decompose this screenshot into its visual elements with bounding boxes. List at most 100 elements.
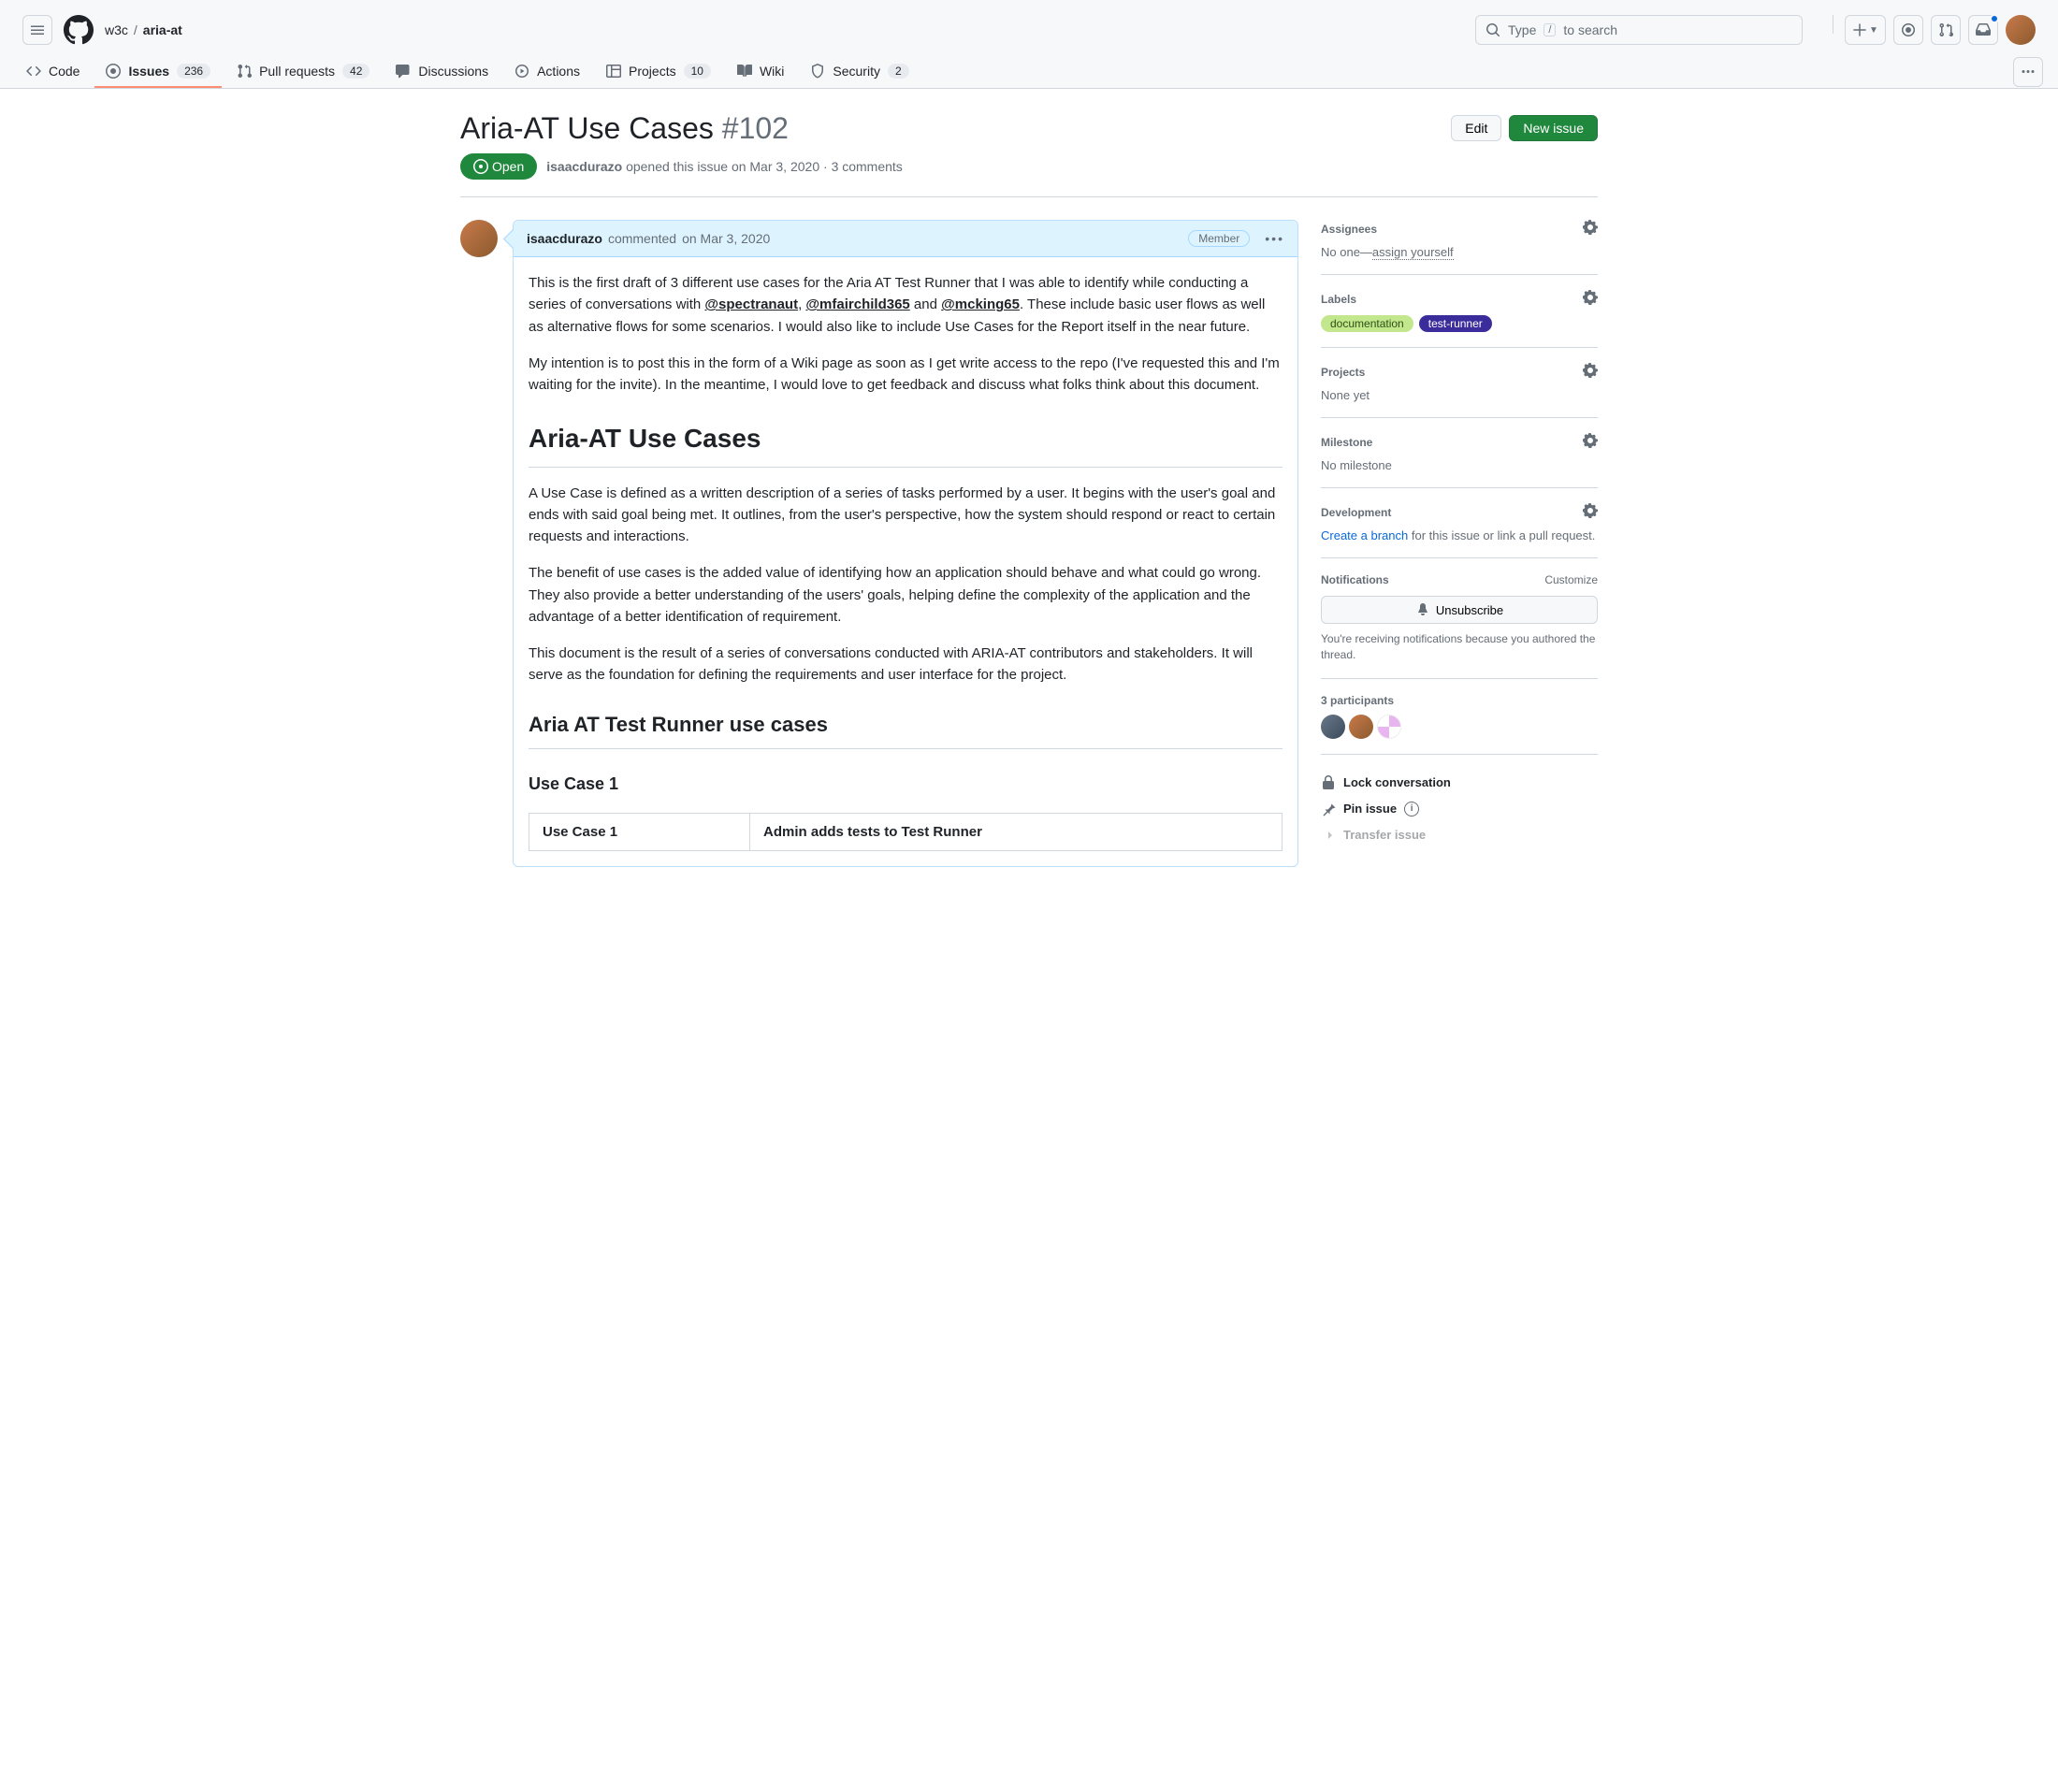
comment-author-avatar[interactable] xyxy=(460,220,498,257)
tab-discussions[interactable]: Discussions xyxy=(384,56,500,88)
tab-wiki[interactable]: Wiki xyxy=(726,56,795,88)
sidebar-assignees: Assignees No one—assign yourself xyxy=(1321,220,1598,275)
tab-projects[interactable]: Projects10 xyxy=(595,56,722,88)
notifications-desc: You're receiving notifications because y… xyxy=(1321,631,1598,663)
transfer-issue-button[interactable]: Transfer issue xyxy=(1321,822,1598,848)
role-badge: Member xyxy=(1188,230,1250,247)
prs-count: 42 xyxy=(342,64,370,79)
assign-yourself-link[interactable]: assign yourself xyxy=(1372,245,1454,260)
comment-menu-button[interactable]: ••• xyxy=(1265,231,1284,246)
participant-avatar-1[interactable] xyxy=(1321,715,1345,739)
mention-mcking65[interactable]: @mcking65 xyxy=(941,296,1020,312)
caret-down-icon: ▼ xyxy=(1869,25,1878,36)
gear-icon xyxy=(1583,363,1598,378)
issues-shortcut[interactable] xyxy=(1893,15,1923,45)
labels-gear[interactable] xyxy=(1583,290,1598,308)
heading-use-cases: Aria-AT Use Cases xyxy=(529,418,1283,467)
sidebar-labels: Labels documentation test-runner xyxy=(1321,275,1598,348)
projects-gear[interactable] xyxy=(1583,363,1598,381)
shield-icon xyxy=(810,64,825,79)
breadcrumb-repo[interactable]: aria-at xyxy=(143,22,182,37)
heading-use-case-1: Use Case 1 xyxy=(529,772,1283,798)
create-branch-link[interactable]: Create a branch xyxy=(1321,528,1408,542)
comment-author-link[interactable]: isaacdurazo xyxy=(527,231,602,246)
projects-count: 10 xyxy=(684,64,711,79)
tab-pull-requests[interactable]: Pull requests42 xyxy=(225,56,381,88)
development-gear[interactable] xyxy=(1583,503,1598,521)
tab-more-button[interactable] xyxy=(2013,57,2043,87)
issue-author-link[interactable]: isaacdurazo xyxy=(546,159,622,174)
github-icon xyxy=(64,15,94,45)
participant-avatar-3[interactable] xyxy=(1377,715,1401,739)
security-count: 2 xyxy=(888,64,909,79)
mention-mfairchild365[interactable]: @mfairchild365 xyxy=(805,296,909,312)
arrow-right-icon xyxy=(1321,828,1336,843)
inbox-icon xyxy=(1976,22,1991,37)
comment-box: isaacdurazo commented on Mar 3, 2020 Mem… xyxy=(513,220,1298,867)
sidebar-projects: Projects None yet xyxy=(1321,348,1598,418)
breadcrumb-owner[interactable]: w3c xyxy=(105,22,128,37)
breadcrumb: w3c / aria-at xyxy=(105,22,182,37)
use-case-table: Use Case 1Admin adds tests to Test Runne… xyxy=(529,813,1283,851)
label-documentation[interactable]: documentation xyxy=(1321,315,1413,332)
user-avatar[interactable] xyxy=(2006,15,2036,45)
table-icon xyxy=(606,64,621,79)
book-icon xyxy=(737,64,752,79)
milestone-gear[interactable] xyxy=(1583,433,1598,451)
issue-number: #102 xyxy=(722,111,789,145)
search-kbd: / xyxy=(1544,23,1556,36)
pin-issue-button[interactable]: Pin issue i xyxy=(1321,796,1598,822)
label-test-runner[interactable]: test-runner xyxy=(1419,315,1492,332)
tab-issues[interactable]: Issues236 xyxy=(94,56,222,88)
lock-conversation-button[interactable]: Lock conversation xyxy=(1321,770,1598,796)
info-icon: i xyxy=(1404,802,1419,817)
gear-icon xyxy=(1583,220,1598,235)
mention-spectranaut[interactable]: @spectranaut xyxy=(704,296,798,312)
search-input[interactable]: Type / to search xyxy=(1475,15,1803,45)
pin-icon xyxy=(1321,802,1336,817)
gear-icon xyxy=(1583,503,1598,518)
comment-body: This is the first draft of 3 different u… xyxy=(514,257,1297,866)
issue-opened-icon xyxy=(473,159,488,174)
github-logo[interactable] xyxy=(64,15,94,45)
sidebar-milestone: Milestone No milestone xyxy=(1321,418,1598,488)
search-icon xyxy=(1486,22,1500,37)
bell-slash-icon xyxy=(1415,602,1430,617)
notification-dot xyxy=(1990,14,1999,23)
search-placeholder-prefix: Type xyxy=(1508,22,1536,37)
gear-icon xyxy=(1583,290,1598,305)
issue-opened-icon xyxy=(106,64,121,79)
issue-state-badge: Open xyxy=(460,153,537,180)
heading-test-runner: Aria AT Test Runner use cases xyxy=(529,709,1283,749)
pull-requests-shortcut[interactable] xyxy=(1931,15,1961,45)
hamburger-menu[interactable] xyxy=(22,15,52,45)
new-issue-button[interactable]: New issue xyxy=(1509,115,1598,141)
participant-avatar-2[interactable] xyxy=(1349,715,1373,739)
plus-icon xyxy=(1852,22,1867,37)
tab-security[interactable]: Security2 xyxy=(799,56,920,88)
repo-tabs: Code Issues236 Pull requests42 Discussio… xyxy=(0,56,2058,88)
gear-icon xyxy=(1583,433,1598,448)
lock-icon xyxy=(1321,775,1336,790)
edit-button[interactable]: Edit xyxy=(1451,115,1501,141)
issue-icon xyxy=(1901,22,1916,37)
issues-count: 236 xyxy=(177,64,210,79)
assignees-gear[interactable] xyxy=(1583,220,1598,238)
unsubscribe-button[interactable]: Unsubscribe xyxy=(1321,596,1598,624)
discussion-icon xyxy=(396,64,411,79)
issue-title: Aria-AT Use Cases #102 xyxy=(460,111,1451,146)
customize-link[interactable]: Customize xyxy=(1544,573,1598,586)
sidebar-participants: 3 participants xyxy=(1321,679,1598,755)
tab-actions[interactable]: Actions xyxy=(503,56,591,88)
kebab-icon xyxy=(2021,65,2036,79)
menu-icon xyxy=(30,22,45,37)
notifications-button[interactable] xyxy=(1968,15,1998,45)
sidebar-development: Development Create a branch for this iss… xyxy=(1321,488,1598,558)
create-new-button[interactable]: ▼ xyxy=(1845,15,1886,45)
tab-code[interactable]: Code xyxy=(15,56,91,88)
play-icon xyxy=(514,64,529,79)
search-placeholder-suffix: to search xyxy=(1563,22,1617,37)
comment-date: on Mar 3, 2020 xyxy=(682,231,770,246)
issue-meta: isaacdurazo opened this issue on Mar 3, … xyxy=(546,159,903,174)
code-icon xyxy=(26,64,41,79)
